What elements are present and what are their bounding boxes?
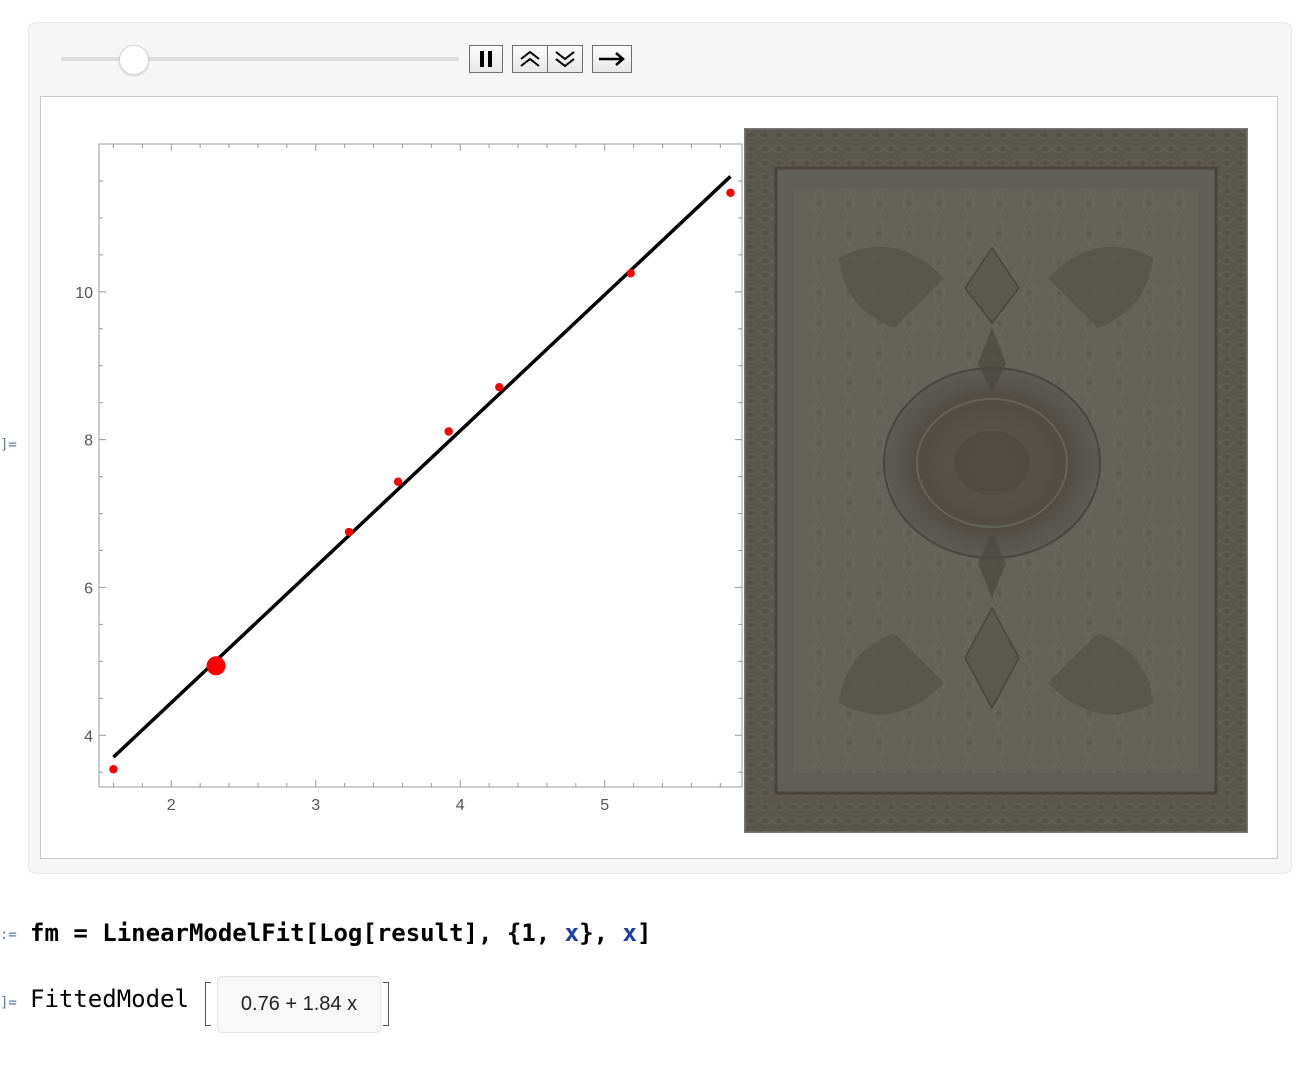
slower-icon [555, 51, 575, 68]
fitted-model-summary-box[interactable]: 0.76 + 1.84 x [217, 976, 381, 1033]
output-label-marker: ]= [0, 437, 17, 453]
code-func: LinearModelFit [102, 919, 305, 947]
code-sep: , [477, 919, 507, 947]
pause-icon [480, 51, 492, 67]
step-forward-button[interactable] [592, 45, 632, 73]
code-input-line[interactable]: fm = LinearModelFit[Log[result], {1, x},… [30, 919, 651, 947]
output-label-marker-2: ]= [0, 995, 17, 1011]
faster-button[interactable] [512, 45, 548, 73]
slower-button[interactable] [547, 45, 583, 73]
code-symbol-x1: x [564, 919, 580, 947]
code-list-open: {1, [506, 919, 565, 947]
fitted-model-formula: 0.76 + 1.84 x [240, 993, 358, 1015]
code-symbol-x2: x [622, 919, 637, 947]
input-label-marker: := [0, 927, 17, 943]
step-forward-icon [599, 52, 625, 66]
code-var: fm [30, 919, 59, 947]
pause-button[interactable] [469, 45, 503, 73]
code-open: [ [304, 919, 320, 947]
faster-icon [520, 50, 540, 67]
right-bracket [383, 982, 389, 1026]
animation-slider-thumb[interactable] [118, 45, 149, 75]
left-bracket [205, 982, 211, 1026]
code-list-close: } [579, 919, 594, 947]
code-inner-func: Log [319, 919, 363, 947]
code-close: ] [636, 919, 652, 947]
output-head: FittedModel [30, 985, 189, 1013]
rug-image [744, 128, 1248, 833]
code-sep2: , [593, 919, 623, 947]
code-inner-arg: [result] [362, 919, 478, 947]
code-eq: = [58, 919, 103, 947]
